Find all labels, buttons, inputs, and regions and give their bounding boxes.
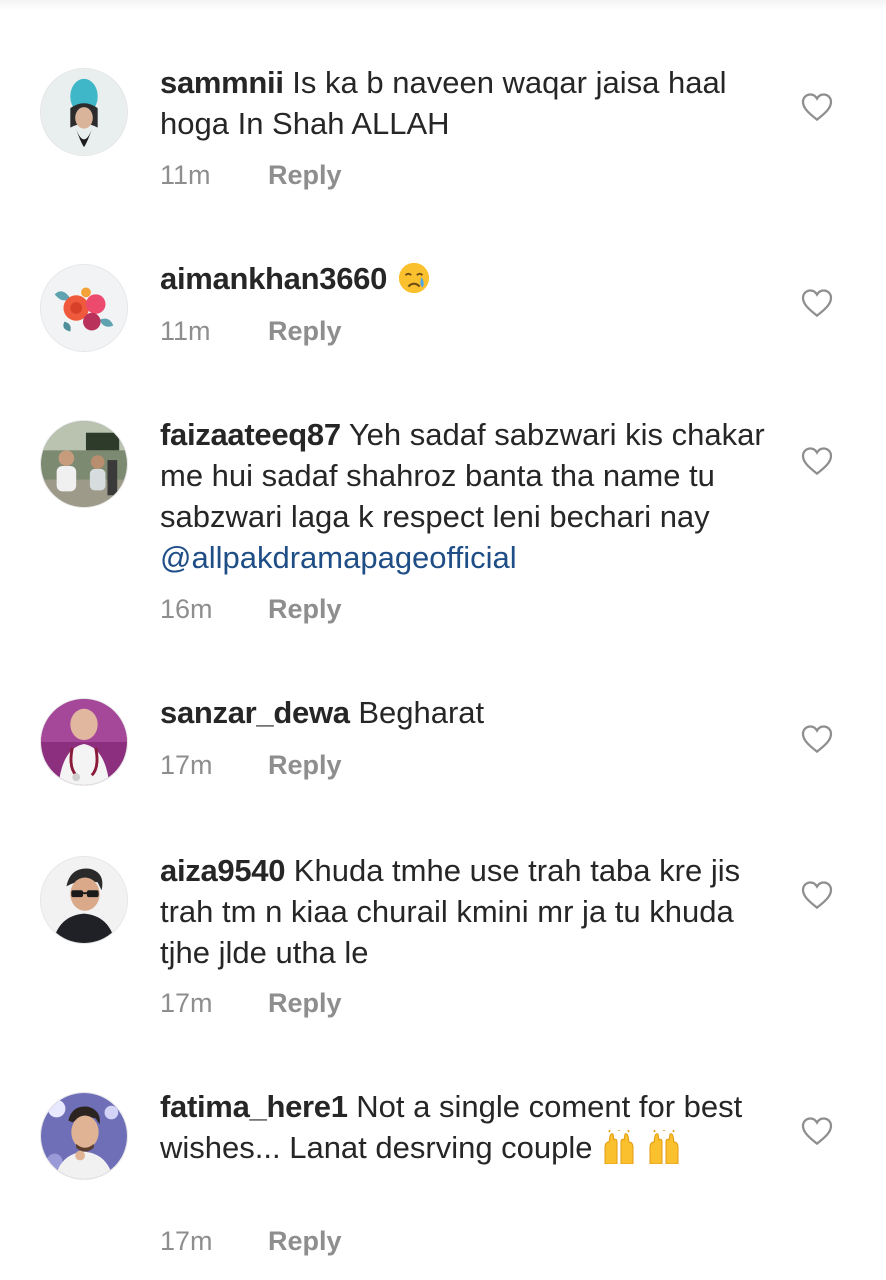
reply-button[interactable]: Reply xyxy=(268,988,342,1018)
raising-hands-icon xyxy=(646,1130,682,1164)
doctor-stethoscope-avatar[interactable] xyxy=(40,698,128,786)
top-divider xyxy=(0,0,886,10)
reply-button[interactable]: Reply xyxy=(268,594,342,624)
comment-time: 11m xyxy=(160,316,211,346)
reply-button[interactable]: Reply xyxy=(268,160,342,190)
comment-meta: 16m Reply xyxy=(160,594,342,625)
comment-text-block: sanzar_dewa Begharat xyxy=(160,692,780,733)
comment-time: 17m xyxy=(160,750,213,780)
comment-username[interactable]: aimankhan3660 xyxy=(160,261,387,296)
comment-text-block: sammnii Is ka b naveen waqar jaisa haal … xyxy=(160,62,780,144)
comment-meta: 11m Reply xyxy=(160,316,342,347)
comment-time: 17m xyxy=(160,1226,213,1256)
reply-button[interactable]: Reply xyxy=(268,1226,342,1256)
heart-outline-icon[interactable] xyxy=(801,92,833,122)
heart-outline-icon[interactable] xyxy=(801,446,833,476)
mention-link[interactable]: @allpakdramapageofficial xyxy=(160,540,517,575)
comment-body: Begharat xyxy=(358,695,485,730)
crying-face-icon xyxy=(396,261,432,295)
comment-meta: 11m Reply xyxy=(160,160,342,191)
comment-time: 11m xyxy=(160,160,211,190)
reply-button[interactable]: Reply xyxy=(268,750,342,780)
comment-time: 16m xyxy=(160,594,213,624)
heart-outline-icon[interactable] xyxy=(801,288,833,318)
comment-text-block: fatima_here1 Not a single coment for bes… xyxy=(160,1086,780,1168)
comment-username[interactable]: faizaateeq87 xyxy=(160,417,341,452)
heart-outline-icon[interactable] xyxy=(801,724,833,754)
comment-time: 17m xyxy=(160,988,213,1018)
reply-button[interactable]: Reply xyxy=(268,316,342,346)
raising-hands-icon xyxy=(601,1130,637,1164)
comment-username[interactable]: aiza9540 xyxy=(160,853,285,888)
comment-meta: 17m Reply xyxy=(160,988,342,1019)
comment-username[interactable]: sammnii xyxy=(160,65,284,100)
flower-bouquet-avatar[interactable] xyxy=(40,264,128,352)
man-sunglasses-avatar[interactable] xyxy=(40,856,128,944)
comment-username[interactable]: sanzar_dewa xyxy=(160,695,350,730)
heart-outline-icon[interactable] xyxy=(801,880,833,910)
comment-meta: 17m Reply xyxy=(160,750,342,781)
comment-username[interactable]: fatima_here1 xyxy=(160,1089,348,1124)
comment-text-block: aimankhan3660 xyxy=(160,258,780,299)
comment-text-block: faizaateeq87 Yeh sadaf sabzwari kis chak… xyxy=(160,414,780,578)
woman-portrait-avatar[interactable] xyxy=(40,68,128,156)
comment-text-block: aiza9540 Khuda tmhe use trah taba kre ji… xyxy=(160,850,780,973)
children-outdoor-avatar[interactable] xyxy=(40,420,128,508)
man-portrait-avatar[interactable] xyxy=(40,1092,128,1180)
heart-outline-icon[interactable] xyxy=(801,1116,833,1146)
comment-meta: 17m Reply xyxy=(160,1226,342,1257)
